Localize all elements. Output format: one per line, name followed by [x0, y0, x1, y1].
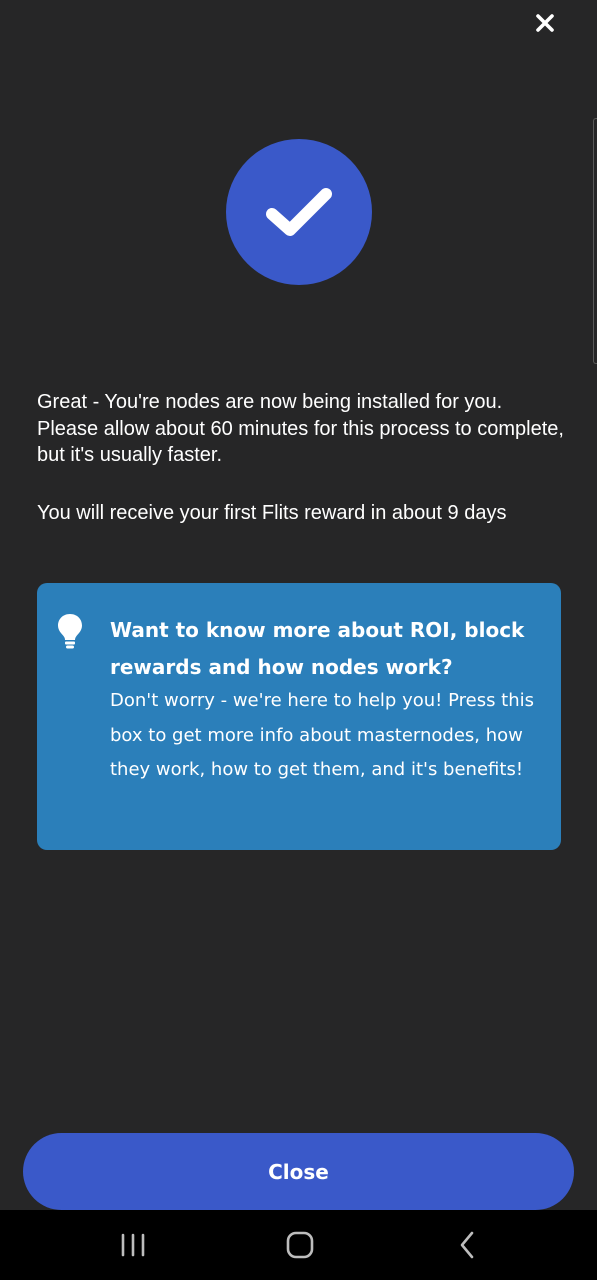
info-title: Want to know more about ROI, block rewar… — [110, 618, 525, 679]
status-message: Great - You're nodes are now being insta… — [37, 389, 567, 526]
home-icon[interactable] — [260, 1210, 340, 1280]
lightbulb-icon — [55, 611, 85, 651]
success-badge — [226, 139, 372, 285]
back-icon[interactable] — [427, 1210, 507, 1280]
checkmark-icon — [266, 188, 332, 236]
recent-apps-icon[interactable] — [93, 1210, 173, 1280]
install-message: Great - You're nodes are now being insta… — [37, 391, 564, 466]
info-box[interactable]: Want to know more about ROI, block rewar… — [37, 583, 561, 850]
scroll-indicator — [593, 118, 597, 364]
reward-message: You will receive your first Flits reward… — [37, 501, 507, 524]
close-button[interactable]: Close — [23, 1133, 574, 1210]
close-icon[interactable] — [532, 10, 558, 36]
system-nav-bar — [0, 1210, 597, 1280]
info-body: Don't worry - we're here to help you! Pr… — [110, 690, 535, 780]
